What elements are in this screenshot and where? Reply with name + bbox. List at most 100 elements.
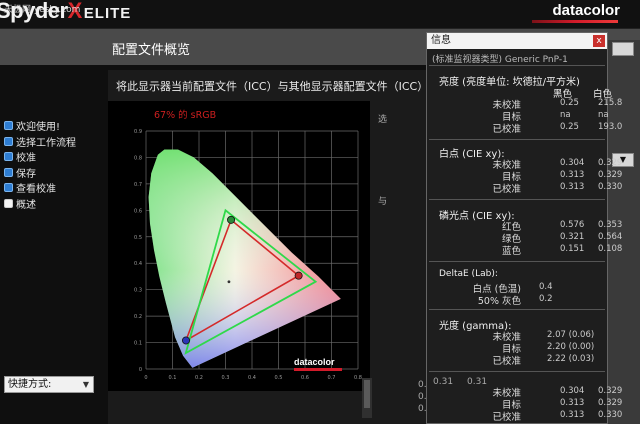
side-button[interactable] xyxy=(612,42,634,56)
cie-gamut-chart: 67% 的 sRGB 0 0.1 0.2 0.3 0.4 0.5 0.6 0.7 0.8 0.9 0… xyxy=(108,101,370,391)
brand-stripe xyxy=(532,20,618,23)
sidebar-item-welcome[interactable]: 欢迎使用! xyxy=(4,118,104,134)
x-tick-label: 0.1 xyxy=(169,375,177,381)
row-value: 0.353 xyxy=(598,220,623,230)
y-tick-label: 0.7 xyxy=(134,182,142,188)
watermark: 天极网 yesky.com xyxy=(4,5,81,15)
info-dialog: 信息 x (标准监视器类型) Generic PnP-1 亮度 (亮度单位: 坎德… xyxy=(426,32,622,424)
primary-point xyxy=(182,336,191,345)
gamma-section xyxy=(429,309,605,310)
row-label: 50% 灰色 xyxy=(477,296,521,307)
row-value: 0.330 xyxy=(598,410,623,420)
row-value: 0.576 xyxy=(560,220,585,230)
chart-scrollbar[interactable] xyxy=(362,378,372,418)
sidebar-item-workflow[interactable]: 选择工作流程 xyxy=(4,134,104,150)
monitor-type: (标准监视器类型) Generic PnP-1 xyxy=(432,55,568,65)
x-tick-label: 0.7 xyxy=(328,375,336,381)
gamut-svg: 67% 的 sRGB 0 0.1 0.2 0.3 0.4 0.5 0.6 0.7 0.8 0.9 0… xyxy=(108,101,370,391)
row-value: 0.151 xyxy=(560,244,585,254)
y-tick-label: 0.6 xyxy=(134,208,142,214)
deltae-title: DeltaE (Lab): xyxy=(439,269,498,279)
sidebar-item-overview[interactable]: 概述 xyxy=(4,196,104,212)
row-label: 已校准 xyxy=(492,124,521,135)
deltae-section xyxy=(429,261,605,262)
sidebar-item-save[interactable]: 保存 xyxy=(4,165,104,181)
x-tick-label: 0.5 xyxy=(275,375,283,381)
x-tick-label: 0.4 xyxy=(248,375,256,381)
chart-brand: datacolor xyxy=(294,357,335,367)
whitepoint-section xyxy=(429,139,605,140)
row-value: 0.313 xyxy=(560,182,585,192)
row-label: 蓝色 xyxy=(501,246,521,257)
row-value: 0.564 xyxy=(598,232,623,242)
behind-label-1: 选 xyxy=(378,115,388,125)
row-value: 2.07 (0.06) xyxy=(547,330,595,340)
page-title: 配置文件概览 xyxy=(112,43,191,58)
row-value: 0.25 xyxy=(560,98,579,108)
y-tick-label: 0.9 xyxy=(134,129,142,135)
row-value: 2.20 (0.00) xyxy=(547,342,595,352)
row-value: 0.321 xyxy=(560,232,585,242)
row-value: 2.22 (0.03) xyxy=(547,354,595,364)
white-point xyxy=(227,280,231,284)
row-label: 已校准 xyxy=(492,412,521,423)
row-value: 0.330 xyxy=(598,182,623,192)
dialog-title: 信息 x xyxy=(427,33,607,49)
row-value: na xyxy=(560,110,571,120)
datacolor-logo: datacolor xyxy=(552,2,620,19)
workflow-sidebar: 欢迎使用! 选择工作流程 校准 保存 查看校准 概述 xyxy=(4,118,104,211)
y-tick-label: 0 xyxy=(139,367,142,373)
row-label: 已校准 xyxy=(492,356,521,367)
x-tick-label: 0 xyxy=(144,375,147,381)
step-check-icon xyxy=(4,136,13,146)
y-tick-label: 0.4 xyxy=(134,261,142,267)
step-check-icon xyxy=(4,167,13,177)
row-value: 0.4 xyxy=(539,282,553,292)
row-value: 0.304 xyxy=(560,158,585,168)
row-value: 0.313 xyxy=(560,410,585,420)
y-tick-label: 0.8 xyxy=(134,155,142,161)
x-tick-label: 0.6 xyxy=(301,375,309,381)
step-check-icon xyxy=(4,152,13,162)
row-value: 0.313 xyxy=(560,170,585,180)
y-tick-label: 0.1 xyxy=(134,341,142,347)
behind-label-2: 与 xyxy=(378,197,388,207)
y-tick-label: 0.2 xyxy=(134,314,142,320)
row-value: 193.0 xyxy=(598,122,623,132)
sidebar-item-review[interactable]: 查看校准 xyxy=(4,180,104,196)
primary-point xyxy=(227,215,236,224)
shortcut-dropdown[interactable]: 快捷方式: ▼ xyxy=(4,376,94,393)
y-tick-label: 0.5 xyxy=(134,235,142,241)
row-value: 0.313 xyxy=(560,398,585,408)
chevron-down-icon: ▼ xyxy=(82,380,89,389)
row-value: 215.8 xyxy=(598,98,623,108)
chart-brand-stripe xyxy=(294,368,342,371)
scrollbar-thumb[interactable] xyxy=(364,380,370,408)
row-value: 0.2 xyxy=(539,294,553,304)
primary-point xyxy=(294,271,303,280)
x-tick-label: 0.2 xyxy=(195,375,203,381)
step-check-icon xyxy=(4,183,13,193)
row-value: 0.108 xyxy=(598,244,623,254)
x-tick-label: 0.3 xyxy=(222,375,230,381)
title-bar: SpyderX ELITE 天极网 yesky.com datacolor xyxy=(0,0,640,29)
sidebar-item-calibrate[interactable]: 校准 xyxy=(4,149,104,165)
luminance-section xyxy=(429,65,605,66)
row-value: 0.329 xyxy=(598,158,623,168)
step-current-icon xyxy=(4,198,13,208)
bottom-section xyxy=(429,371,605,372)
row-value: 0.25 xyxy=(560,122,579,132)
step-check-icon xyxy=(4,121,13,131)
close-button[interactable]: x xyxy=(593,35,605,47)
chart-title: 67% 的 sRGB xyxy=(154,109,216,121)
row-value: 0.329 xyxy=(598,398,623,408)
row-value: na xyxy=(598,110,609,120)
y-tick-label: 0.3 xyxy=(134,288,142,294)
description-text: 将此显示器当前配置文件（ICC）与其他显示器配置文件（ICC）进 xyxy=(116,80,440,93)
row-label: 已校准 xyxy=(492,184,521,195)
row-value: 0.329 xyxy=(598,170,623,180)
row-value: 0.329 xyxy=(598,386,623,396)
row-value: 0.304 xyxy=(560,386,585,396)
phosphor-section xyxy=(429,199,605,200)
x-tick-label: 0.8 xyxy=(354,375,362,381)
